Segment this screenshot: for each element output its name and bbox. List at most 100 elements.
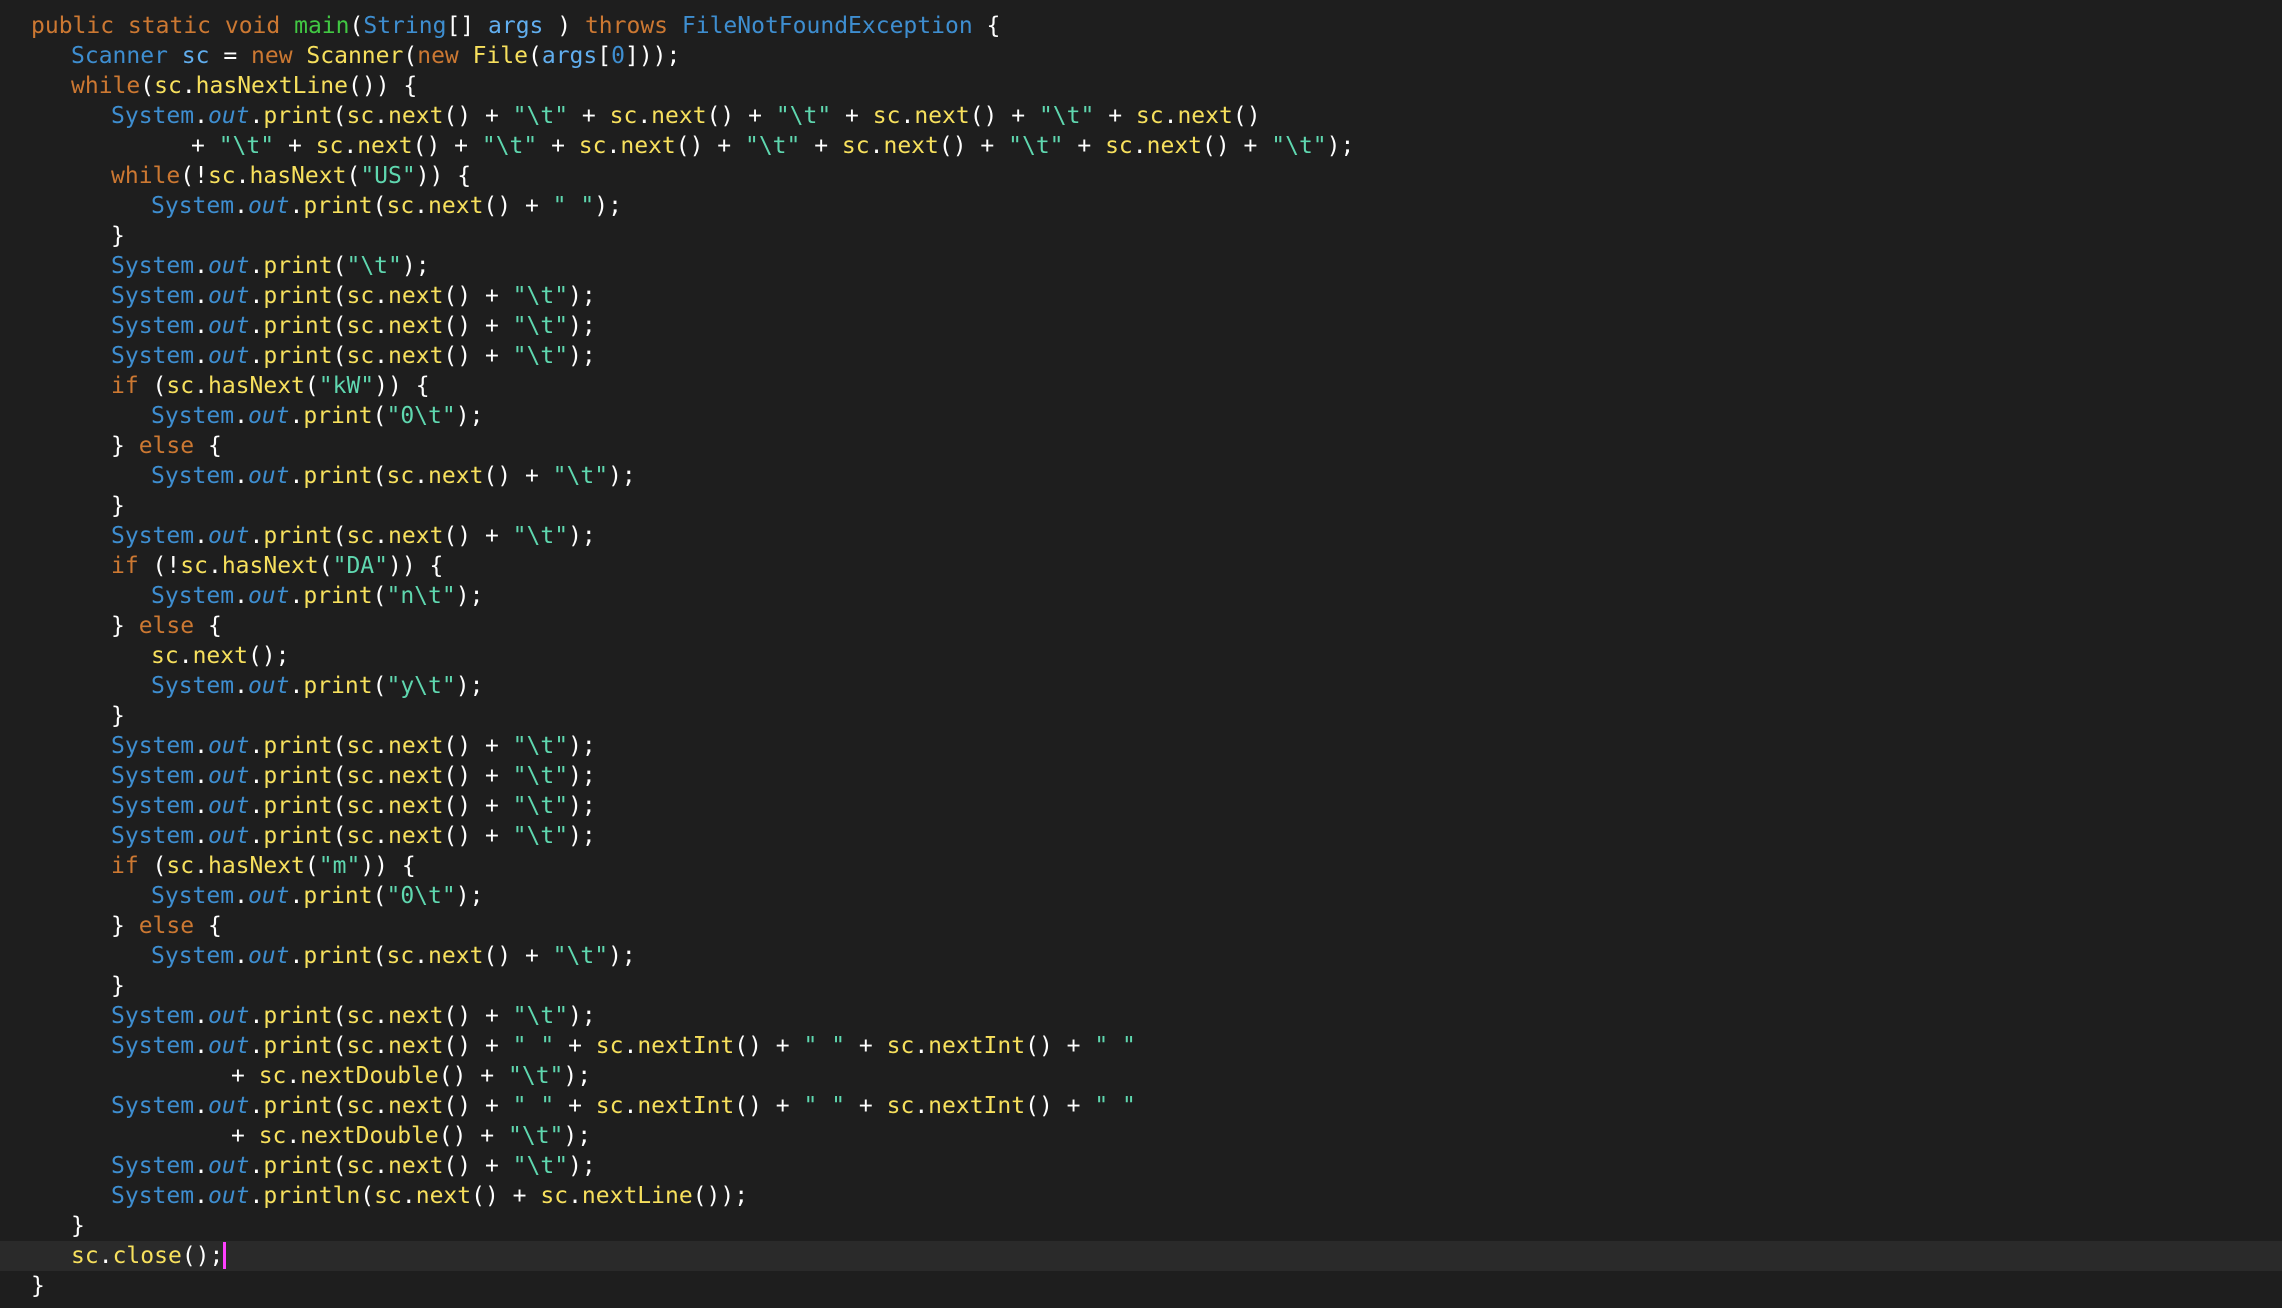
code-token-type: System <box>151 883 235 909</box>
code-token-method: next <box>620 133 676 159</box>
code-token-plain: ( <box>332 1033 347 1059</box>
code-line[interactable]: System.out.print(sc.next() + "\t" + sc.n… <box>0 101 2282 131</box>
code-line[interactable]: sc.close(); <box>0 1241 2282 1271</box>
code-token-param: sc <box>181 43 210 69</box>
code-token-method: print <box>263 523 333 549</box>
code-token-plain: ( <box>372 943 387 969</box>
code-line[interactable]: System.out.print(sc.next() + "\t"); <box>0 731 2282 761</box>
code-token-plain: . <box>623 1033 638 1059</box>
code-token-type: System <box>111 793 195 819</box>
code-token-var: sc <box>346 823 375 849</box>
code-line[interactable]: System.out.print(sc.next() + " "); <box>0 191 2282 221</box>
code-token-method: print <box>263 343 333 369</box>
code-token-field: out <box>207 823 250 849</box>
code-line[interactable]: System.out.print(sc.next() + "\t"); <box>0 461 2282 491</box>
code-token-var: File <box>472 43 528 69</box>
code-token-str: "DA" <box>332 553 388 579</box>
code-line[interactable]: if (sc.hasNext("m")) { <box>0 851 2282 881</box>
code-token-method: next <box>388 1033 444 1059</box>
code-token-str: "\t" <box>512 103 569 129</box>
code-line[interactable]: System.out.print(sc.next() + " " + sc.ne… <box>0 1091 2282 1121</box>
code-token-var: sc <box>346 1033 375 1059</box>
code-token-method: next <box>914 103 970 129</box>
code-line[interactable]: } else { <box>0 611 2282 641</box>
code-token-var: sc <box>386 193 415 219</box>
code-token-plain: () + <box>483 193 553 219</box>
code-editor[interactable]: public static void main(String[] args ) … <box>0 0 2282 1308</box>
code-token-str: "\t" <box>346 253 402 279</box>
code-token-plain: )) { <box>374 373 430 399</box>
code-line[interactable]: System.out.print("0\t"); <box>0 401 2282 431</box>
code-token-param: args <box>488 13 544 39</box>
code-token-plain: ( <box>332 823 347 849</box>
code-line[interactable]: } <box>0 221 2282 251</box>
code-line[interactable]: System.out.print("0\t"); <box>0 881 2282 911</box>
code-token-plain: . <box>249 1153 264 1179</box>
code-token-plain: . <box>249 343 264 369</box>
code-token-plain: + <box>231 1063 259 1089</box>
code-line[interactable]: System.out.print("n\t"); <box>0 581 2282 611</box>
code-token-plain: . <box>289 943 304 969</box>
code-token-plain: () + <box>443 283 513 309</box>
code-line[interactable]: System.out.print(sc.next() + "\t"); <box>0 1151 2282 1181</box>
code-line[interactable]: Scanner sc = new Scanner(new File(args[0… <box>0 41 2282 71</box>
code-line[interactable]: } <box>0 971 2282 1001</box>
code-line[interactable]: System.out.print("y\t"); <box>0 671 2282 701</box>
code-line[interactable]: while(!sc.hasNext("US")) { <box>0 161 2282 191</box>
code-line[interactable]: } <box>0 491 2282 521</box>
code-token-field: out <box>207 343 250 369</box>
code-line[interactable]: System.out.print(sc.next() + " " + sc.ne… <box>0 1031 2282 1061</box>
code-token-method: next <box>651 103 707 129</box>
code-line[interactable]: if (sc.hasNext("kW")) { <box>0 371 2282 401</box>
code-line[interactable]: System.out.print(sc.next() + "\t"); <box>0 521 2282 551</box>
code-token-method: print <box>263 313 333 339</box>
code-line[interactable]: sc.next(); <box>0 641 2282 671</box>
code-line[interactable]: System.out.println(sc.next() + sc.nextLi… <box>0 1181 2282 1211</box>
code-token-method: print <box>303 463 373 489</box>
code-line[interactable]: System.out.print(sc.next() + "\t"); <box>0 791 2282 821</box>
code-token-plain: ); <box>568 313 596 339</box>
code-token-plain: () + <box>443 343 513 369</box>
code-line[interactable]: System.out.print(sc.next() + "\t"); <box>0 761 2282 791</box>
code-line[interactable]: System.out.print(sc.next() + "\t"); <box>0 821 2282 851</box>
code-area[interactable]: public static void main(String[] args ) … <box>0 11 2282 1301</box>
code-token-plain: ); <box>568 763 596 789</box>
code-line[interactable]: System.out.print(sc.next() + "\t"); <box>0 281 2282 311</box>
code-token-plain: () + <box>1025 1033 1095 1059</box>
code-token-method: next <box>388 343 444 369</box>
code-line[interactable]: + sc.nextDouble() + "\t"); <box>0 1061 2282 1091</box>
code-line[interactable]: } <box>0 1271 2282 1301</box>
code-token-method: next <box>388 1153 444 1179</box>
code-token-plain: . <box>1132 133 1147 159</box>
code-line[interactable]: System.out.print(sc.next() + "\t"); <box>0 941 2282 971</box>
code-line[interactable]: public static void main(String[] args ) … <box>0 11 2282 41</box>
code-line[interactable]: } <box>0 701 2282 731</box>
code-token-kw: public static void <box>31 13 295 39</box>
code-token-plain: } <box>111 223 125 249</box>
code-token-var: sc <box>258 1123 287 1149</box>
code-token-plain: . <box>637 103 652 129</box>
code-line[interactable]: + sc.nextDouble() + "\t"); <box>0 1121 2282 1151</box>
code-token-method: next <box>883 133 939 159</box>
code-token-plain: . <box>194 313 208 339</box>
code-token-plain: )) { <box>388 553 444 579</box>
code-token-str: "\t" <box>512 823 569 849</box>
code-token-plain: + <box>554 1093 596 1119</box>
code-token-method: next <box>357 133 413 159</box>
code-line[interactable]: } else { <box>0 911 2282 941</box>
code-token-str: "0\t" <box>386 883 456 909</box>
code-line[interactable]: System.out.print(sc.next() + "\t"); <box>0 341 2282 371</box>
code-line[interactable]: } else { <box>0 431 2282 461</box>
code-line[interactable]: System.out.print("\t"); <box>0 251 2282 281</box>
code-line[interactable]: System.out.print(sc.next() + "\t"); <box>0 311 2282 341</box>
code-token-str: "\t" <box>512 523 569 549</box>
code-line[interactable]: + "\t" + sc.next() + "\t" + sc.next() + … <box>0 131 2282 161</box>
code-line[interactable]: while(sc.hasNextLine()) { <box>0 71 2282 101</box>
code-token-plain: . <box>374 793 389 819</box>
code-token-plain: ()) { <box>348 73 418 99</box>
code-line[interactable]: System.out.print(sc.next() + "\t"); <box>0 1001 2282 1031</box>
code-token-plain: ); <box>455 883 484 909</box>
code-token-plain: . <box>289 193 304 219</box>
code-line[interactable]: if (!sc.hasNext("DA")) { <box>0 551 2282 581</box>
code-line[interactable]: } <box>0 1211 2282 1241</box>
